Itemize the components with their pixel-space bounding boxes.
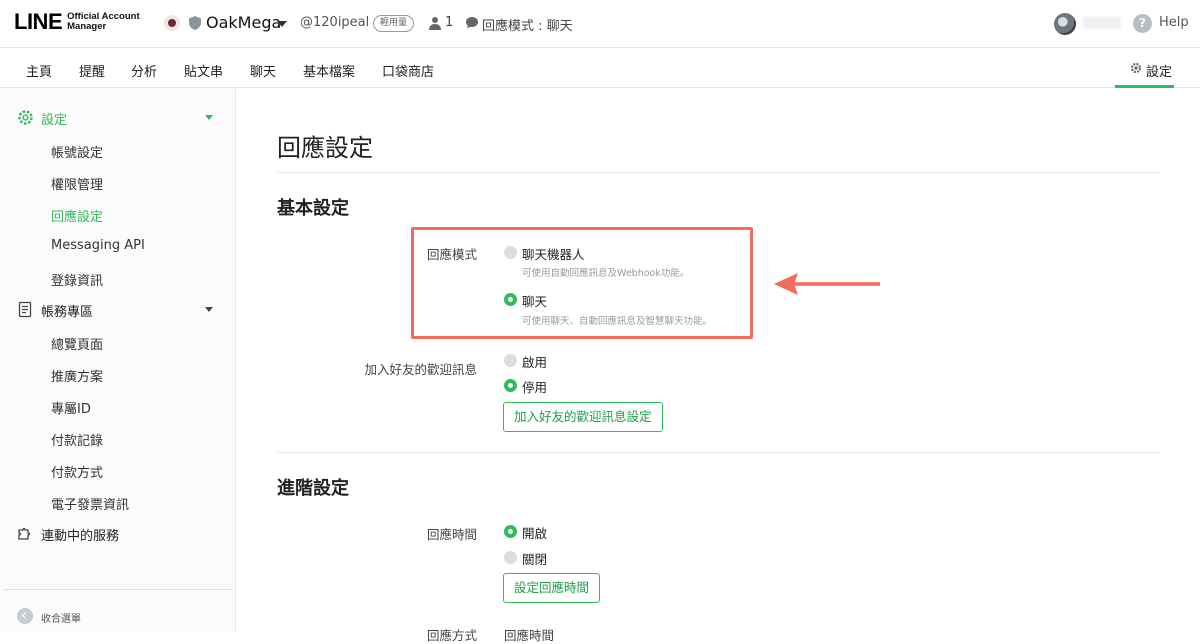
reply-mode-status: 回應模式 : 聊天: [482, 19, 573, 34]
sidebar-item-account-settings[interactable]: 帳號設定: [51, 142, 103, 161]
section-title-basic: 基本設定: [277, 198, 349, 219]
highlight-annotation-box: [411, 227, 753, 339]
tab-shop[interactable]: 口袋商店: [382, 61, 434, 80]
chevron-down-icon: [205, 115, 213, 120]
sidebar-item-permissions[interactable]: 權限管理: [51, 174, 103, 193]
shield-icon: [189, 16, 201, 30]
sidebar-item-response-settings[interactable]: 回應設定: [51, 206, 103, 225]
sidebar-item-messaging-api[interactable]: Messaging API: [51, 238, 145, 253]
sidebar-divider: [4, 589, 232, 590]
logo-line-text: LINE: [14, 9, 63, 34]
line-oa-manager-logo[interactable]: LINE Official Account Manager: [14, 11, 140, 33]
main-nav: 主頁 提醒 分析 貼文串 聊天 基本檔案 口袋商店 設定: [0, 49, 1200, 88]
page-title: 回應設定: [277, 134, 373, 162]
friends-count: 1: [445, 15, 454, 30]
tab-settings-label: 設定: [1146, 65, 1173, 80]
radio-hours-on[interactable]: [504, 525, 517, 538]
divider: [277, 452, 1160, 453]
document-icon: [18, 301, 32, 318]
collapse-menu-label: 收合選單: [41, 614, 81, 625]
friends-icon: [429, 17, 441, 30]
sidebar-group-billing[interactable]: 帳務專區: [0, 298, 236, 322]
section-title-advanced: 進階設定: [277, 478, 349, 499]
tab-reminders[interactable]: 提醒: [79, 61, 105, 80]
chevron-left-icon: [17, 608, 33, 624]
tab-profile[interactable]: 基本檔案: [303, 61, 355, 80]
sidebar-item-registration-info[interactable]: 登錄資訊: [51, 270, 103, 289]
gear-icon: [18, 110, 33, 125]
sidebar-group-services[interactable]: 連動中的服務: [0, 522, 236, 546]
user-name-blurred[interactable]: [1083, 17, 1121, 29]
main-content: 回應設定 基本設定 回應模式 聊天機器人 可使用自動回應訊息及Webhook功能…: [237, 89, 1200, 643]
chat-bubble-icon: [466, 17, 478, 29]
sidebar-group-settings-label: 設定: [41, 113, 68, 128]
radio-hours-on-label[interactable]: 開啟: [522, 523, 547, 542]
gear-icon: [1130, 62, 1142, 74]
sidebar-item-e-invoice[interactable]: 電子發票資訊: [51, 494, 129, 513]
set-response-hours-button[interactable]: 設定回應時間: [503, 573, 601, 603]
sidebar-group-billing-label: 帳務專區: [41, 305, 94, 320]
tab-chat[interactable]: 聊天: [250, 61, 276, 80]
left-arrow-annotation-icon: [774, 273, 880, 295]
plan-badge: 輕用量: [373, 15, 415, 32]
logo-sub-text: Official Account Manager: [67, 12, 140, 32]
response-hours-label: 回應時間: [426, 527, 477, 542]
sidebar-group-settings[interactable]: 設定: [0, 106, 236, 130]
radio-greeting-on-label[interactable]: 啟用: [522, 352, 547, 371]
sidebar-item-premium-id[interactable]: 專屬ID: [51, 398, 91, 417]
radio-hours-off[interactable]: [504, 551, 517, 564]
help-icon[interactable]: ?: [1133, 14, 1152, 33]
puzzle-icon: [18, 527, 31, 540]
account-avatar: [164, 15, 180, 31]
tab-home[interactable]: 主頁: [26, 61, 52, 80]
radio-greeting-off-label[interactable]: 停用: [522, 377, 547, 396]
top-header: LINE Official Account Manager OakMega @1…: [0, 0, 1200, 48]
response-method-label: 回應方式: [426, 628, 477, 643]
tab-timeline[interactable]: 貼文串: [184, 61, 223, 80]
greeting-label: 加入好友的歡迎訊息: [364, 362, 477, 377]
radio-hours-off-label[interactable]: 關閉: [522, 549, 547, 568]
response-method-value: 回應時間: [504, 628, 555, 643]
radio-greeting-on[interactable]: [504, 354, 517, 367]
logo-sub-line2: Manager: [67, 21, 107, 32]
account-id: @120ipeal: [300, 15, 370, 30]
sidebar-item-overview[interactable]: 總覽頁面: [51, 334, 103, 353]
sidebar: 設定 帳號設定 權限管理 回應設定 Messaging API 登錄資訊 帳務專…: [0, 89, 236, 631]
greeting-settings-button[interactable]: 加入好友的歡迎訊息設定: [503, 402, 663, 432]
sidebar-item-payment-method[interactable]: 付款方式: [51, 462, 103, 481]
tab-analytics[interactable]: 分析: [131, 61, 157, 80]
sidebar-item-plans[interactable]: 推廣方案: [51, 366, 103, 385]
account-name[interactable]: OakMega: [206, 13, 281, 32]
sidebar-group-services-label: 連動中的服務: [41, 529, 120, 544]
divider: [277, 172, 1160, 173]
account-dropdown-icon[interactable]: [277, 21, 287, 27]
radio-greeting-off[interactable]: [504, 379, 517, 392]
user-avatar[interactable]: [1054, 13, 1076, 35]
chevron-down-icon: [205, 307, 213, 312]
sidebar-item-payment-history[interactable]: 付款記錄: [51, 430, 103, 449]
help-link[interactable]: Help: [1159, 15, 1189, 30]
tab-settings[interactable]: 設定: [1115, 49, 1174, 88]
